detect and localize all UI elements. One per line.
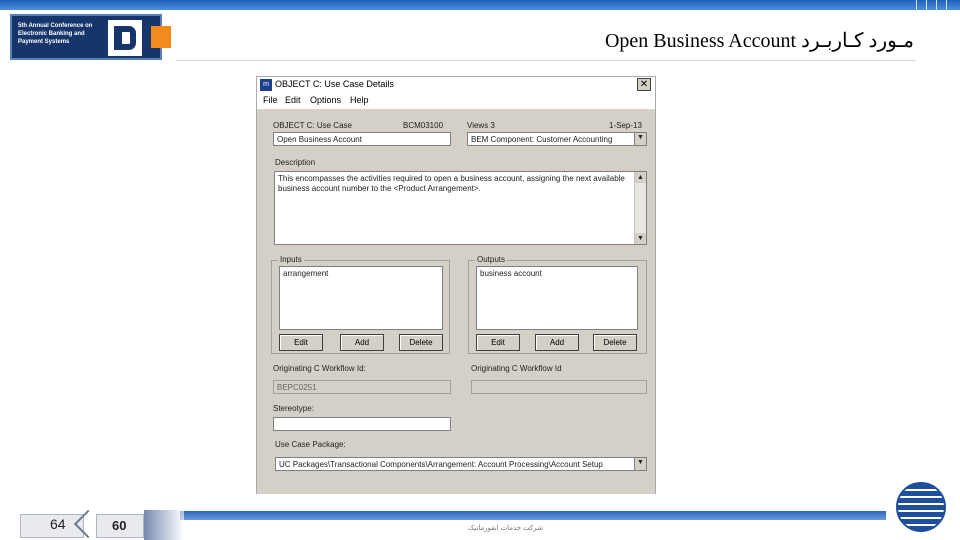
footer-fade	[144, 510, 184, 540]
chevron-down-icon[interactable]: ▼	[634, 133, 646, 145]
originating-workflow-field-left: BEPC0251	[273, 380, 451, 394]
scroll-down-icon[interactable]: ▼	[635, 233, 646, 244]
close-icon: ✕	[639, 79, 649, 90]
conference-logo-text: 5th Annual Conference on Electronic Bank…	[18, 23, 93, 45]
inputs-group: Inputs arrangement Edit Add Delete	[271, 255, 450, 354]
inputs-list[interactable]: arrangement	[279, 266, 443, 330]
outputs-add-button[interactable]: Add	[535, 334, 579, 351]
window-title: OBJECT C: Use Case Details	[275, 79, 394, 89]
logo-orange-block	[151, 26, 171, 48]
app-icon: m	[260, 79, 272, 91]
page-number-left: 64	[50, 516, 66, 532]
stereotype-label: Stereotype:	[273, 404, 314, 413]
outputs-edit-button[interactable]: Edit	[476, 334, 520, 351]
object-label: OBJECT C: Use Case	[273, 121, 352, 130]
bank-logo-icon	[108, 20, 142, 56]
description-scrollbar[interactable]: ▲ ▼	[634, 172, 646, 244]
outputs-list[interactable]: business account	[476, 266, 638, 330]
outputs-group-title: Outputs	[475, 255, 508, 264]
window-body: OBJECT C: Use Case BCM03100 Views 3 1-Se…	[257, 110, 655, 494]
originating-workflow-label-left: Originating C Workflow Id:	[273, 364, 366, 373]
package-label: Use Case Package:	[275, 440, 346, 449]
footer-stripe	[180, 511, 886, 520]
list-item[interactable]: arrangement	[283, 269, 439, 279]
originating-workflow-label-right: Originating C Workflow Id	[471, 364, 562, 373]
package-select-value: UC Packages\Transactional Components\Arr…	[279, 460, 603, 469]
page-number-right: 60	[112, 518, 127, 533]
stereotype-input[interactable]	[273, 417, 451, 431]
footer-company-name: شرکت خدمات انفورماتیک	[468, 525, 543, 532]
menu-help[interactable]: Help	[350, 95, 369, 105]
use-case-details-window: m OBJECT C: Use Case Details ✕ File Edit…	[256, 76, 656, 494]
component-select[interactable]: BEM Component: Customer Accounting ▼	[467, 132, 647, 146]
window-titlebar[interactable]: m OBJECT C: Use Case Details ✕	[257, 77, 655, 93]
package-select[interactable]: UC Packages\Transactional Components\Arr…	[275, 457, 647, 471]
menu-edit[interactable]: Edit	[285, 95, 301, 105]
slide-title: Open Business Account مـورد کـاربـرد	[604, 30, 914, 52]
description-text: This encompasses the activities required…	[278, 174, 625, 193]
outputs-delete-button[interactable]: Delete	[593, 334, 637, 351]
views-label: Views 3	[467, 121, 495, 130]
inputs-add-button[interactable]: Add	[340, 334, 384, 351]
list-item[interactable]: business account	[480, 269, 634, 279]
date-label: 1-Sep-13	[609, 121, 642, 130]
use-case-name-input[interactable]: Open Business Account	[273, 132, 451, 146]
object-id: BCM03100	[403, 121, 444, 130]
conference-logo: 5th Annual Conference on Electronic Bank…	[10, 14, 162, 60]
component-select-value: BEM Component: Customer Accounting	[471, 135, 613, 144]
inputs-delete-button[interactable]: Delete	[399, 334, 443, 351]
header-bar	[0, 0, 960, 10]
globe-logo-icon	[896, 482, 946, 532]
description-textarea[interactable]: This encompasses the activities required…	[274, 171, 647, 245]
inputs-group-title: Inputs	[278, 255, 304, 264]
slide: 5th Annual Conference on Electronic Bank…	[0, 0, 960, 540]
originating-workflow-field-right	[471, 380, 647, 394]
menu-options[interactable]: Options	[310, 95, 341, 105]
close-button[interactable]: ✕	[637, 78, 651, 91]
outputs-group: Outputs business account Edit Add Delete	[468, 255, 647, 354]
menubar: File Edit Options Help	[257, 93, 655, 109]
description-label: Description	[275, 158, 316, 167]
inputs-edit-button[interactable]: Edit	[279, 334, 323, 351]
menu-file[interactable]: File	[263, 95, 278, 105]
title-divider	[176, 60, 916, 61]
scroll-up-icon[interactable]: ▲	[635, 172, 646, 183]
chevron-down-icon[interactable]: ▼	[634, 458, 646, 470]
header-bar-lines	[912, 0, 952, 10]
